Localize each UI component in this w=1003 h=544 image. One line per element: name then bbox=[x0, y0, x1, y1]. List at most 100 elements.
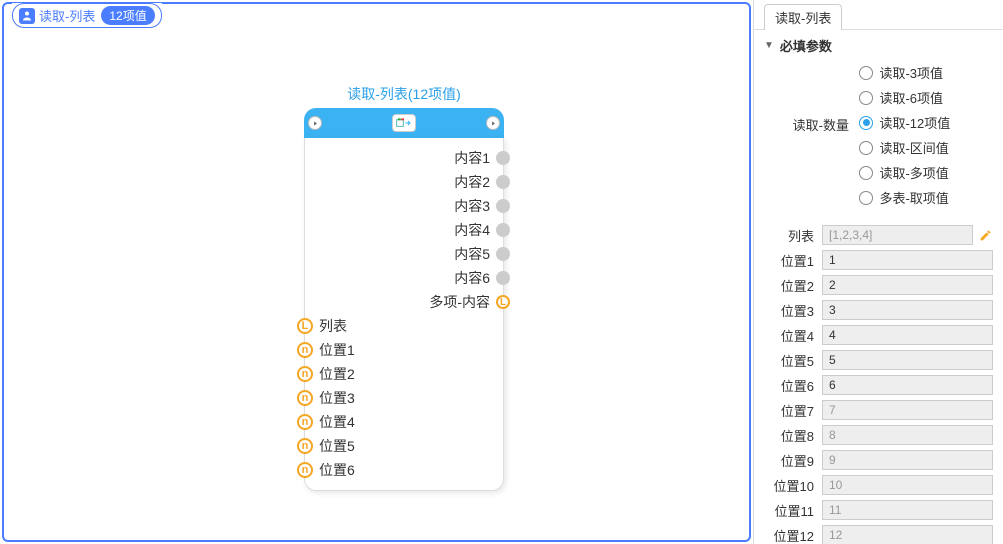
node-input-label: 位置6 bbox=[319, 460, 355, 480]
param-label: 位置7 bbox=[764, 401, 814, 420]
param-row: 列表[1,2,3,4] bbox=[764, 225, 993, 245]
node-title: 读取-列表(12项值) bbox=[304, 84, 504, 104]
param-row: 位置2 2 bbox=[764, 275, 993, 295]
node-input-pin[interactable]: n bbox=[297, 390, 313, 406]
param-input[interactable]: 11 bbox=[822, 500, 993, 520]
radio-option[interactable]: 多表-取项值 bbox=[859, 188, 950, 207]
node-input-label: 位置3 bbox=[319, 388, 355, 408]
param-label: 位置11 bbox=[764, 501, 814, 520]
param-input[interactable]: 12 bbox=[822, 525, 993, 544]
radio-option[interactable]: 读取-3项值 bbox=[859, 63, 950, 82]
node-input-pin[interactable]: n bbox=[297, 342, 313, 358]
param-label: 位置8 bbox=[764, 426, 814, 445]
param-row: 位置7 7 bbox=[764, 400, 993, 420]
node-input-pin[interactable]: L bbox=[297, 318, 313, 334]
node-output-pin[interactable] bbox=[496, 247, 510, 261]
node-output-pin[interactable] bbox=[496, 199, 510, 213]
node-output-pin[interactable] bbox=[496, 223, 510, 237]
param-input[interactable]: 7 bbox=[822, 400, 993, 420]
node-type-icon bbox=[392, 114, 416, 132]
param-row: 位置3 3 bbox=[764, 300, 993, 320]
canvas-tab-badge: 12项值 bbox=[101, 6, 154, 25]
node-input-pin[interactable]: n bbox=[297, 462, 313, 478]
node-input-row: n位置3 bbox=[305, 386, 503, 410]
node-port-in[interactable] bbox=[308, 116, 322, 130]
node-header[interactable] bbox=[304, 108, 504, 138]
radio-circle-icon bbox=[859, 166, 873, 180]
node-output-pin[interactable]: L bbox=[496, 295, 510, 309]
panel-tab[interactable]: 读取-列表 bbox=[764, 4, 842, 30]
node-input-row: n位置5 bbox=[305, 434, 503, 458]
node-output-pin[interactable] bbox=[496, 271, 510, 285]
node-input-pin[interactable]: n bbox=[297, 438, 313, 454]
param-label: 位置9 bbox=[764, 451, 814, 470]
param-label: 位置4 bbox=[764, 326, 814, 345]
node-output-row: 内容4 bbox=[305, 218, 503, 242]
radio-label: 读取-3项值 bbox=[879, 63, 943, 82]
node-input-label: 位置2 bbox=[319, 364, 355, 384]
panel-tab-bar: 读取-列表 bbox=[754, 0, 1003, 30]
canvas-tab-label: 读取-列表 bbox=[39, 6, 95, 25]
node-body: 内容1内容2内容3内容4内容5内容6多项-内容L L列表n位置1n位置2n位置3… bbox=[304, 138, 504, 491]
node-output-row: 内容6 bbox=[305, 266, 503, 290]
param-input[interactable]: 3 bbox=[822, 300, 993, 320]
node-output-label: 内容5 bbox=[454, 244, 490, 264]
radio-option[interactable]: 读取-多项值 bbox=[859, 163, 950, 182]
node-input-pin[interactable]: n bbox=[297, 414, 313, 430]
param-label: 位置10 bbox=[764, 476, 814, 495]
param-row: 位置4 4 bbox=[764, 325, 993, 345]
param-row: 位置9 9 bbox=[764, 450, 993, 470]
node-block[interactable]: 读取-列表(12项值) 内容1内容2内容3内容4内容5内容6多项-内容L L列表… bbox=[304, 84, 504, 491]
radio-label: 读取-多项值 bbox=[879, 163, 948, 182]
param-input[interactable]: 5 bbox=[822, 350, 993, 370]
radio-group-count: 读取-数量 读取-3项值读取-6项值读取-12项值读取-区间值读取-多项值多表-… bbox=[784, 63, 993, 213]
canvas-area[interactable]: 读取-列表 12项值 读取-列表(12项值) 内容1内容2内容3内容4内容5内容… bbox=[2, 2, 751, 542]
param-input[interactable]: 6 bbox=[822, 375, 993, 395]
param-label: 位置5 bbox=[764, 351, 814, 370]
node-input-row: n位置1 bbox=[305, 338, 503, 362]
node-input-label: 位置1 bbox=[319, 340, 355, 360]
radio-label: 多表-取项值 bbox=[879, 188, 948, 207]
radio-option[interactable]: 读取-区间值 bbox=[859, 138, 950, 157]
param-input[interactable]: 10 bbox=[822, 475, 993, 495]
node-output-row: 内容1 bbox=[305, 146, 503, 170]
radio-circle-icon bbox=[859, 141, 873, 155]
param-input[interactable]: 2 bbox=[822, 275, 993, 295]
radio-label: 读取-12项值 bbox=[879, 113, 950, 132]
node-output-pin[interactable] bbox=[496, 151, 510, 165]
radio-group-label: 读取-数量 bbox=[784, 115, 849, 134]
node-output-row: 内容3 bbox=[305, 194, 503, 218]
param-label: 位置1 bbox=[764, 251, 814, 270]
node-output-pin[interactable] bbox=[496, 175, 510, 189]
param-row: 位置10 10 bbox=[764, 475, 993, 495]
edit-icon[interactable] bbox=[977, 227, 993, 243]
section-header-required[interactable]: ▼ 必填参数 bbox=[764, 36, 993, 55]
node-output-label: 内容3 bbox=[454, 196, 490, 216]
node-input-row: n位置2 bbox=[305, 362, 503, 386]
param-label: 位置2 bbox=[764, 276, 814, 295]
param-input[interactable]: 9 bbox=[822, 450, 993, 470]
param-input[interactable]: 4 bbox=[822, 325, 993, 345]
radio-option[interactable]: 读取-6项值 bbox=[859, 88, 950, 107]
collapse-triangle-icon: ▼ bbox=[764, 40, 774, 51]
param-label: 位置6 bbox=[764, 376, 814, 395]
canvas-tab[interactable]: 读取-列表 12项值 bbox=[12, 3, 162, 28]
param-input[interactable]: 8 bbox=[822, 425, 993, 445]
node-output-row: 内容5 bbox=[305, 242, 503, 266]
param-input[interactable]: [1,2,3,4] bbox=[822, 225, 973, 245]
param-label: 位置12 bbox=[764, 526, 814, 544]
properties-panel: 读取-列表 ▼ 必填参数 读取-数量 读取-3项值读取-6项值读取-12项值读取… bbox=[753, 0, 1003, 544]
param-input[interactable]: 1 bbox=[822, 250, 993, 270]
node-port-out[interactable] bbox=[486, 116, 500, 130]
node-output-row: 多项-内容L bbox=[305, 290, 503, 314]
node-input-pin[interactable]: n bbox=[297, 366, 313, 382]
node-output-row: 内容2 bbox=[305, 170, 503, 194]
node-output-label: 内容1 bbox=[454, 148, 490, 168]
node-input-row: n位置6 bbox=[305, 458, 503, 482]
person-icon bbox=[19, 8, 35, 24]
param-label: 位置3 bbox=[764, 301, 814, 320]
node-input-row: n位置4 bbox=[305, 410, 503, 434]
radio-option[interactable]: 读取-12项值 bbox=[859, 113, 950, 132]
node-input-label: 列表 bbox=[319, 316, 347, 336]
radio-circle-icon bbox=[859, 66, 873, 80]
